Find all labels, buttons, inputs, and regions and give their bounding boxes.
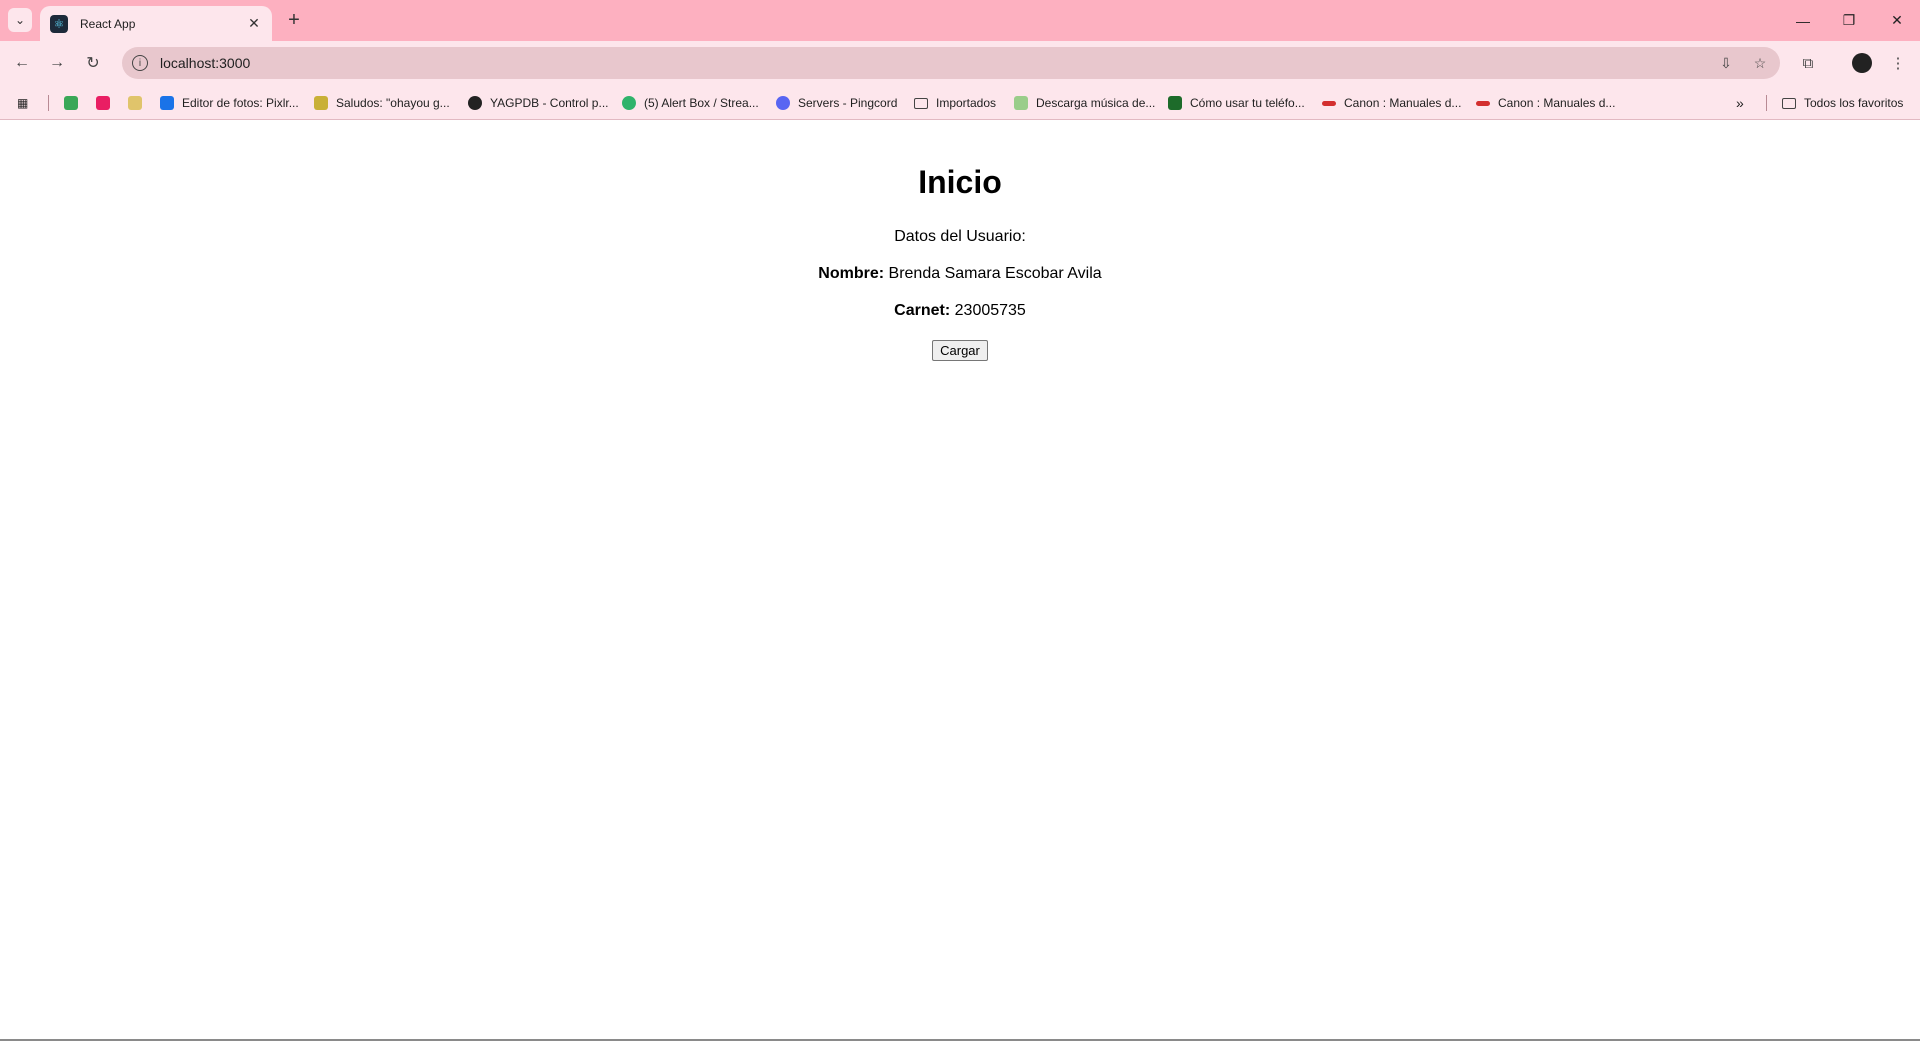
more-bookmarks-icon[interactable]: » — [1736, 92, 1744, 114]
bookmark-star-icon[interactable]: ☆ — [1746, 49, 1774, 77]
bookmarks-bar: ▦ Editor de fotos: Pixlr... Saludos: "oh… — [0, 85, 1920, 120]
install-app-icon[interactable]: ⇩ — [1712, 49, 1740, 77]
restore-icon[interactable]: ❐ — [1826, 0, 1872, 41]
bookmark-item[interactable]: Descarga música de... — [1014, 92, 1155, 114]
bookmark-im-icon[interactable] — [96, 92, 118, 114]
button-row: Cargar — [0, 340, 1920, 361]
all-bookmarks-folder[interactable]: Todos los favoritos — [1782, 92, 1903, 114]
tab-close-icon[interactable]: ✕ — [244, 14, 264, 34]
bookmark-item[interactable]: Servers - Pingcord — [776, 92, 897, 114]
bookmark-item[interactable]: Editor de fotos: Pixlr... — [160, 92, 299, 114]
tab-react-app[interactable]: ⚛ React App ✕ — [40, 6, 272, 41]
extensions-icon[interactable]: ⧉ — [1794, 49, 1822, 77]
react-favicon-icon: ⚛ — [50, 14, 68, 33]
address-url[interactable]: localhost:3000 — [160, 55, 1712, 71]
bookmarks-divider — [1766, 95, 1767, 111]
apps-grid-icon[interactable]: ▦ — [17, 92, 28, 114]
folder-icon — [1782, 97, 1796, 109]
bookmark-item[interactable]: Canon : Manuales d... — [1476, 92, 1615, 114]
user-data-heading: Datos del Usuario: — [894, 228, 1026, 245]
back-icon[interactable]: ← — [8, 49, 36, 77]
reload-icon[interactable]: ↻ — [79, 49, 107, 77]
folder-icon — [914, 97, 928, 109]
browser-chrome: ⌄ ⚛ React App ✕ + — ❐ ✕ ← → ↻ i localhos… — [0, 0, 1920, 120]
page-title: Inicio — [918, 164, 1002, 200]
carnet-value: 23005735 — [954, 302, 1026, 319]
cargar-button[interactable]: Cargar — [932, 340, 988, 361]
close-window-icon[interactable]: ✕ — [1874, 0, 1920, 41]
carnet-label: Carnet: — [894, 302, 951, 319]
bookmark-misc-icon[interactable] — [128, 92, 150, 114]
minimize-icon[interactable]: — — [1780, 0, 1826, 41]
carnet-row: Carnet: 23005735 — [0, 302, 1920, 320]
bookmark-item[interactable]: Saludos: "ohayou g... — [314, 92, 450, 114]
site-info-icon[interactable]: i — [132, 55, 148, 71]
new-tab-icon[interactable]: + — [282, 8, 306, 32]
bookmark-folder[interactable]: Importados — [914, 92, 996, 114]
bookmark-item[interactable]: (5) Alert Box / Strea... — [622, 92, 759, 114]
avatar — [1852, 53, 1872, 73]
page-content: Inicio Datos del Usuario: Nombre: Brenda… — [0, 120, 1920, 1041]
bookmarks-divider — [48, 95, 49, 111]
name-row: Nombre: Brenda Samara Escobar Avila — [0, 265, 1920, 283]
forward-icon[interactable]: → — [43, 49, 71, 77]
bookmark-item[interactable]: YAGPDB - Control p... — [468, 92, 608, 114]
profile-avatar[interactable] — [1848, 49, 1876, 77]
tab-title: React App — [80, 16, 136, 31]
bookmark-sheets-icon[interactable] — [64, 92, 86, 114]
tab-search-icon[interactable]: ⌄ — [8, 8, 32, 32]
name-value: Brenda Samara Escobar Avila — [888, 265, 1102, 282]
browser-toolbar: ← → ↻ i localhost:3000 ⇩ ☆ ⧉ ⋮ — [0, 41, 1920, 85]
tab-strip: ⌄ ⚛ React App ✕ + — ❐ ✕ — [0, 0, 1920, 41]
menu-icon[interactable]: ⋮ — [1884, 49, 1912, 77]
address-bar[interactable]: i localhost:3000 ⇩ ☆ — [122, 47, 1780, 79]
bookmark-item[interactable]: Cómo usar tu teléfo... — [1168, 92, 1305, 114]
name-label: Nombre: — [818, 265, 885, 282]
bookmark-item[interactable]: Canon : Manuales d... — [1322, 92, 1461, 114]
